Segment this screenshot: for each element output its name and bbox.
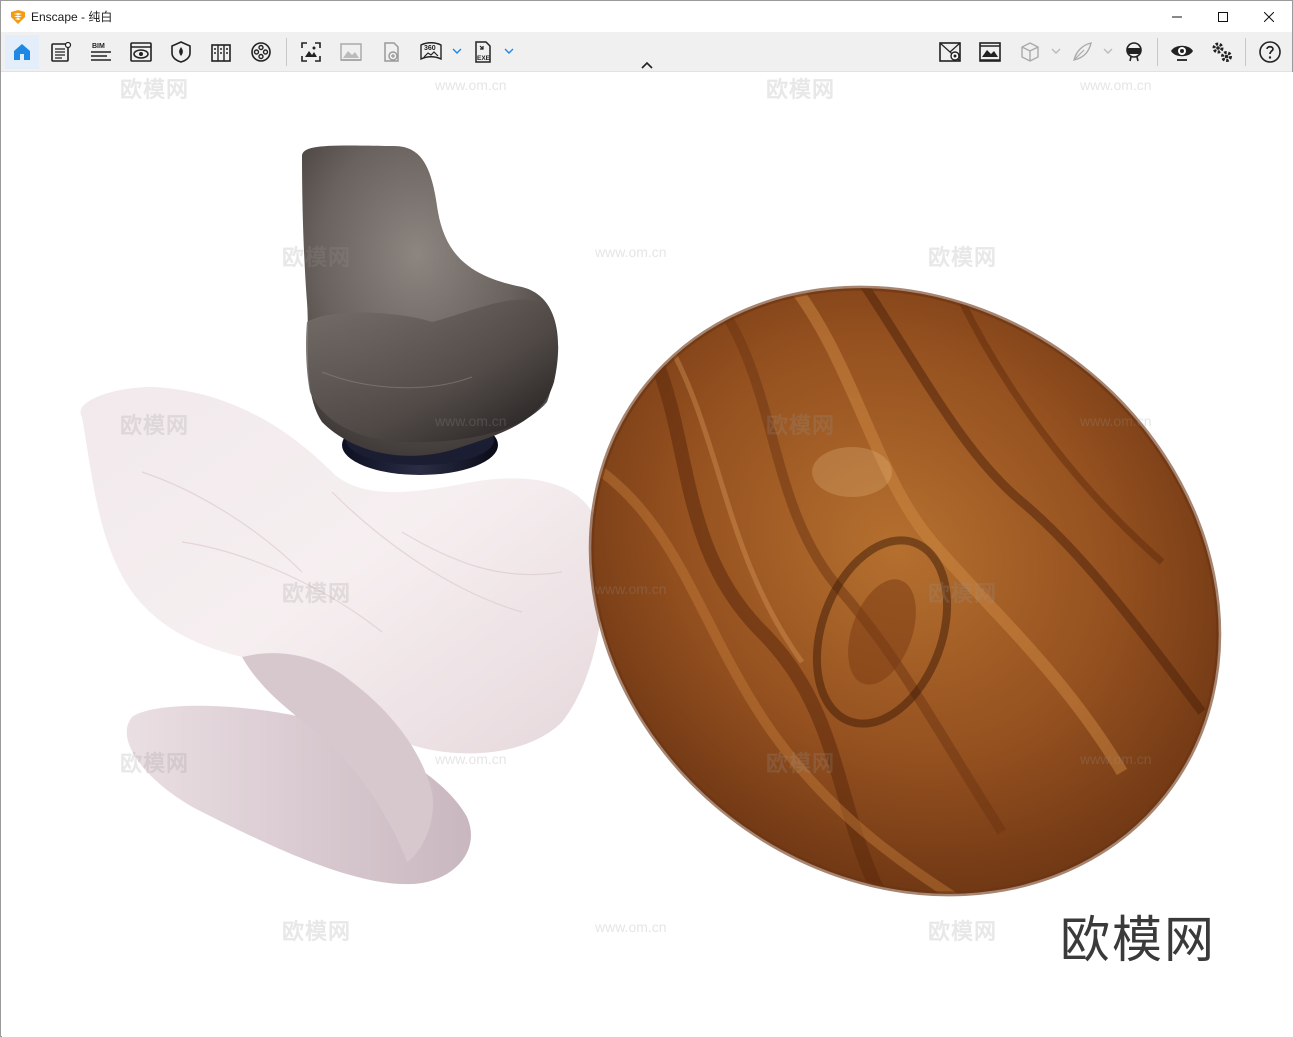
project-info-icon <box>51 41 72 62</box>
materials-icon <box>171 41 191 63</box>
general-settings-icon <box>1212 42 1232 62</box>
batch-render-icon <box>340 43 362 61</box>
brand-watermark: 欧模网 <box>1060 911 1216 969</box>
bim-icon: BIM <box>91 43 111 61</box>
cube-view-button[interactable] <box>1013 35 1047 69</box>
panorama-360-icon: 360 <box>420 42 442 61</box>
title-bar: Enscape - 纯白 <box>1 1 1292 32</box>
render-viewport[interactable]: 欧模网 www.om.cn 欧模网 www.om.cn 欧模网 www.om.c… <box>2 72 1293 1037</box>
minimize-button[interactable] <box>1154 1 1200 32</box>
enscape-toolbar: BIM 360 EXE <box>1 32 1292 72</box>
video-editor-icon <box>251 42 271 62</box>
live-update-button[interactable] <box>1165 35 1199 69</box>
cube-view-icon <box>1021 42 1039 62</box>
white-wood-sculpted-chair <box>80 387 604 885</box>
screenshot-icon <box>301 42 321 62</box>
vr-headset-button[interactable] <box>1117 35 1151 69</box>
minimize-icon <box>1172 16 1182 17</box>
toolbar-separator <box>1245 38 1246 66</box>
svg-text:BIM: BIM <box>92 43 105 50</box>
visual-settings-button[interactable] <box>124 35 158 69</box>
sketch-mode-icon <box>1073 42 1092 61</box>
window-controls <box>1154 1 1292 32</box>
upload-icon <box>384 42 399 62</box>
video-editor-button[interactable] <box>244 35 278 69</box>
window-title: Enscape - 纯白 <box>31 10 113 24</box>
screenshot-button[interactable] <box>294 35 328 69</box>
chevron-down-icon[interactable] <box>1103 46 1113 56</box>
chevron-down-icon[interactable] <box>504 46 514 56</box>
sketch-mode-button[interactable] <box>1065 35 1099 69</box>
svg-text:360: 360 <box>424 45 436 52</box>
live-update-eye-icon <box>1171 45 1193 61</box>
panorama-360-button[interactable]: 360 <box>414 35 448 69</box>
maximize-button[interactable] <box>1200 1 1246 32</box>
home-button[interactable] <box>5 35 39 69</box>
scene-canvas <box>80 145 1222 937</box>
vr-headset-icon <box>1126 42 1142 62</box>
toolbar-separator <box>1157 38 1158 66</box>
toolbar-separator <box>286 38 287 66</box>
bim-button[interactable]: BIM <box>84 35 118 69</box>
enscape-window: Enscape - 纯白 BIM 360 EXE 欧模网 www.om.cn 欧… <box>0 0 1293 1037</box>
home-icon <box>14 44 30 60</box>
project-info-button[interactable] <box>44 35 78 69</box>
export-exe-button[interactable]: EXE <box>466 35 500 69</box>
chevron-down-icon[interactable] <box>1051 46 1061 56</box>
enscape-logo-icon <box>11 9 25 24</box>
chevron-up-icon[interactable] <box>639 59 655 71</box>
chevron-down-icon[interactable] <box>452 46 462 56</box>
gray-leather-lounge-chair <box>302 145 559 475</box>
svg-text:EXE: EXE <box>477 55 491 62</box>
batch-render-button[interactable] <box>334 35 368 69</box>
export-exe-icon: EXE <box>475 41 491 63</box>
upload-button[interactable] <box>374 35 408 69</box>
asset-library-icon <box>211 44 231 62</box>
general-settings-button[interactable] <box>1205 35 1239 69</box>
materials-button[interactable] <box>164 35 198 69</box>
maximize-icon <box>1218 11 1228 22</box>
close-icon <box>1264 11 1274 22</box>
visual-settings-icon <box>130 42 152 62</box>
views-button[interactable] <box>933 35 967 69</box>
help-button[interactable] <box>1253 35 1287 69</box>
walnut-oval-tabletop <box>588 268 1222 937</box>
asset-library-button[interactable] <box>204 35 238 69</box>
help-icon <box>1259 41 1281 63</box>
gallery-icon <box>979 42 1001 62</box>
close-button[interactable] <box>1246 1 1292 32</box>
views-icon <box>939 42 961 62</box>
gallery-button[interactable] <box>973 35 1007 69</box>
